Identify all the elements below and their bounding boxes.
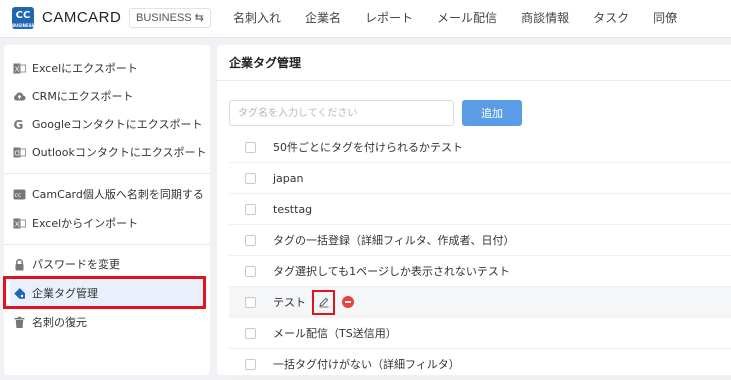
- lock-icon: [13, 258, 26, 271]
- add-tag-button[interactable]: 追加: [462, 100, 522, 126]
- svg-text:O: O: [14, 149, 20, 157]
- pencil-icon: [318, 297, 328, 308]
- sidebar-item-excel-export[interactable]: X Excelにエクスポート: [10, 54, 206, 82]
- logo-subtext: BUSINESS: [12, 23, 35, 28]
- tag-label: 50件ごとにタグを付けられるかテスト: [273, 141, 463, 154]
- nav-cardholder[interactable]: 名刺入れ: [233, 0, 281, 38]
- sidebar-item-label: パスワードを変更: [32, 258, 120, 271]
- active-item-highlight: [3, 276, 206, 309]
- tag-label: タグの一括登録（詳細フィルタ、作成者、日付）: [273, 234, 515, 247]
- logo-text: CC: [15, 10, 31, 21]
- trash-icon: [13, 316, 26, 329]
- sidebar-divider: [4, 244, 210, 245]
- sidebar-item-label: Googleコンタクトにエクスポート: [32, 118, 203, 131]
- svg-text:cc: cc: [15, 192, 22, 199]
- tag-management-panel: 企業タグ管理 追加 50件ごとにタグを付けられるかテスト japan testt…: [217, 45, 731, 380]
- nav-tasks[interactable]: タスク: [593, 0, 629, 38]
- page-title: 企業タグ管理: [229, 56, 302, 70]
- tag-row[interactable]: testtag: [229, 194, 731, 225]
- edit-tag-button[interactable]: [312, 289, 335, 315]
- excel-icon: X: [13, 62, 26, 75]
- tag-checkbox[interactable]: [245, 203, 256, 215]
- sidebar-item-excel-import[interactable]: X Excelからインポート: [10, 209, 206, 237]
- tag-row[interactable]: japan: [229, 163, 731, 194]
- outlook-icon: O: [13, 146, 26, 159]
- tag-row[interactable]: タグの一括登録（詳細フィルタ、作成者、日付）: [229, 225, 731, 256]
- google-icon: G: [13, 118, 26, 132]
- sidebar-item-crm-export[interactable]: CRMにエクスポート: [10, 82, 206, 110]
- nav-reports[interactable]: レポート: [365, 0, 413, 38]
- sidebar-item-label: Outlookコンタクトにエクスポート: [32, 146, 207, 159]
- sidebar-item-label: Excelからインポート: [32, 217, 139, 230]
- brand-name: CAMCARD: [42, 9, 122, 26]
- sidebar-item-label: Excelにエクスポート: [32, 62, 138, 75]
- sidebar-item-label: CRMにエクスポート: [32, 90, 134, 103]
- camcard-icon: cc: [13, 188, 26, 201]
- sidebar-item-label: CamCard個人版へ名刺を同期する: [32, 188, 204, 201]
- sidebar-item-google-export[interactable]: G Googleコンタクトにエクスポート: [10, 110, 206, 138]
- tag-label: メール配信（TS送信用）: [273, 327, 397, 340]
- sidebar-item-label: 名刺の復元: [32, 316, 87, 329]
- sidebar-item-change-password[interactable]: パスワードを変更: [10, 250, 206, 278]
- tag-checkbox[interactable]: [245, 358, 256, 370]
- tag-label: タグ選択しても1ページしか表示されないテスト: [273, 265, 510, 278]
- tag-row[interactable]: メール配信（TS送信用）: [229, 318, 731, 349]
- sidebar-divider: [4, 173, 210, 174]
- camcard-logo[interactable]: CC BUSINESS: [12, 7, 34, 29]
- nav-deals[interactable]: 商談情報: [521, 0, 569, 38]
- tag-row[interactable]: 一括タグ付けがない（詳細フィルタ）: [229, 349, 731, 380]
- nav-companies[interactable]: 企業名: [305, 0, 341, 38]
- sidebar-item-restore-cards[interactable]: 名刺の復元: [10, 308, 206, 336]
- tag-label: japan: [273, 171, 304, 185]
- tag-checkbox[interactable]: [245, 265, 256, 277]
- top-nav: 名刺入れ 企業名 レポート メール配信 商談情報 タスク 同僚: [233, 0, 701, 38]
- tag-checkbox[interactable]: [245, 234, 256, 246]
- title-divider: [217, 80, 731, 81]
- sidebar: X Excelにエクスポート CRMにエクスポート G Googleコンタクトに…: [4, 45, 210, 375]
- tag-row[interactable]: 50件ごとにタグを付けられるかテスト: [229, 132, 731, 163]
- tag-label: testtag: [273, 202, 313, 216]
- svg-text:X: X: [15, 65, 20, 73]
- tag-checkbox[interactable]: [245, 296, 256, 308]
- tag-checkbox[interactable]: [245, 327, 256, 339]
- tag-label: テスト: [273, 296, 306, 309]
- tag-name-input[interactable]: [229, 100, 454, 126]
- nav-colleagues[interactable]: 同僚: [653, 0, 677, 38]
- tag-checkbox[interactable]: [245, 172, 256, 184]
- top-header: CC BUSINESS CAMCARD BUSINESS ⇆ 名刺入れ 企業名 …: [0, 0, 731, 38]
- nav-mail-delivery[interactable]: メール配信: [437, 0, 497, 38]
- edition-switch[interactable]: BUSINESS ⇆: [129, 8, 211, 28]
- svg-text:X: X: [15, 220, 20, 228]
- svg-text:G: G: [14, 118, 24, 131]
- excel-import-icon: X: [13, 217, 26, 230]
- tag-row-hovered[interactable]: テスト: [229, 287, 731, 318]
- delete-tag-icon[interactable]: [342, 296, 354, 308]
- tag-row[interactable]: タグ選択しても1ページしか表示されないテスト: [229, 256, 731, 287]
- sidebar-item-camcard-sync[interactable]: cc CamCard個人版へ名刺を同期する: [10, 180, 206, 208]
- cloud-upload-icon: [13, 90, 26, 103]
- sidebar-item-outlook-export[interactable]: O Outlookコンタクトにエクスポート: [10, 138, 207, 166]
- tag-label: 一括タグ付けがない（詳細フィルタ）: [273, 358, 460, 371]
- tag-checkbox[interactable]: [245, 141, 256, 153]
